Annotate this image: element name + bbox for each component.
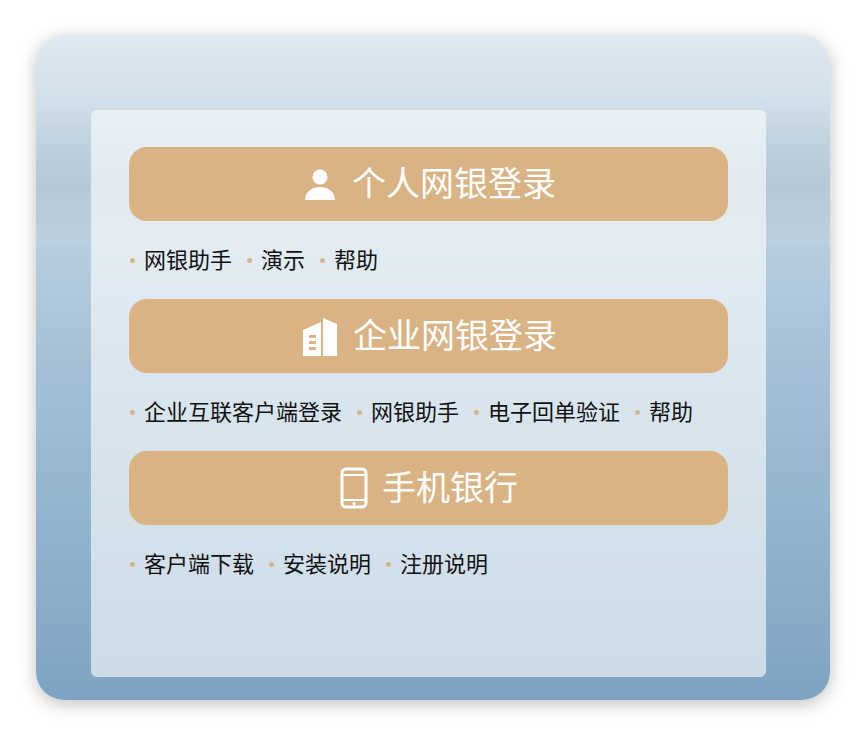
link-text[interactable]: 电子回单验证 [488, 396, 620, 429]
link-item[interactable]: 电子回单验证 [473, 396, 620, 429]
login-button[interactable]: 手机银行 [129, 451, 728, 525]
person-icon [302, 166, 338, 202]
link-item[interactable]: 客户端下载 [129, 548, 254, 581]
login-button-label: 企业网银登录 [353, 316, 557, 356]
link-item[interactable]: 网银助手 [129, 244, 232, 277]
bullet-dot [386, 562, 391, 567]
link-text[interactable]: 客户端下载 [144, 548, 254, 581]
bullet-dot [474, 410, 479, 415]
bullet-dot [130, 562, 135, 567]
building-icon [301, 316, 339, 356]
link-item[interactable]: 安装说明 [268, 548, 371, 581]
link-text[interactable]: 帮助 [334, 244, 378, 277]
bullet-dot [635, 410, 640, 415]
link-list: 客户端下载安装说明注册说明 [129, 548, 728, 581]
link-text[interactable]: 安装说明 [283, 548, 371, 581]
bullet-dot [130, 258, 135, 263]
bullet-dot [247, 258, 252, 263]
link-text[interactable]: 注册说明 [400, 548, 488, 581]
link-text[interactable]: 网银助手 [144, 244, 232, 277]
bullet-dot [357, 410, 362, 415]
link-text[interactable]: 网银助手 [371, 396, 459, 429]
login-button-label: 个人网银登录 [352, 164, 556, 204]
link-item[interactable]: 帮助 [319, 244, 378, 277]
bullet-dot [130, 410, 135, 415]
bullet-dot [320, 258, 325, 263]
link-list: 网银助手演示帮助 [129, 244, 728, 277]
login-panel: 个人网银登录网银助手演示帮助企业网银登录企业互联客户端登录网银助手电子回单验证帮… [91, 110, 766, 677]
login-button-label: 手机银行 [382, 468, 518, 508]
login-button[interactable]: 企业网银登录 [129, 299, 728, 373]
link-item[interactable]: 帮助 [634, 396, 693, 429]
phone-icon [340, 467, 368, 509]
link-text[interactable]: 演示 [261, 244, 305, 277]
banner-card: 个人网银登录网银助手演示帮助企业网银登录企业互联客户端登录网银助手电子回单验证帮… [36, 35, 830, 700]
link-list: 企业互联客户端登录网银助手电子回单验证帮助 [129, 396, 728, 429]
login-button[interactable]: 个人网银登录 [129, 147, 728, 221]
link-item[interactable]: 演示 [246, 244, 305, 277]
link-item[interactable]: 企业互联客户端登录 [129, 396, 342, 429]
link-text[interactable]: 帮助 [649, 396, 693, 429]
link-item[interactable]: 注册说明 [385, 548, 488, 581]
bullet-dot [269, 562, 274, 567]
link-item[interactable]: 网银助手 [356, 396, 459, 429]
link-text[interactable]: 企业互联客户端登录 [144, 396, 342, 429]
